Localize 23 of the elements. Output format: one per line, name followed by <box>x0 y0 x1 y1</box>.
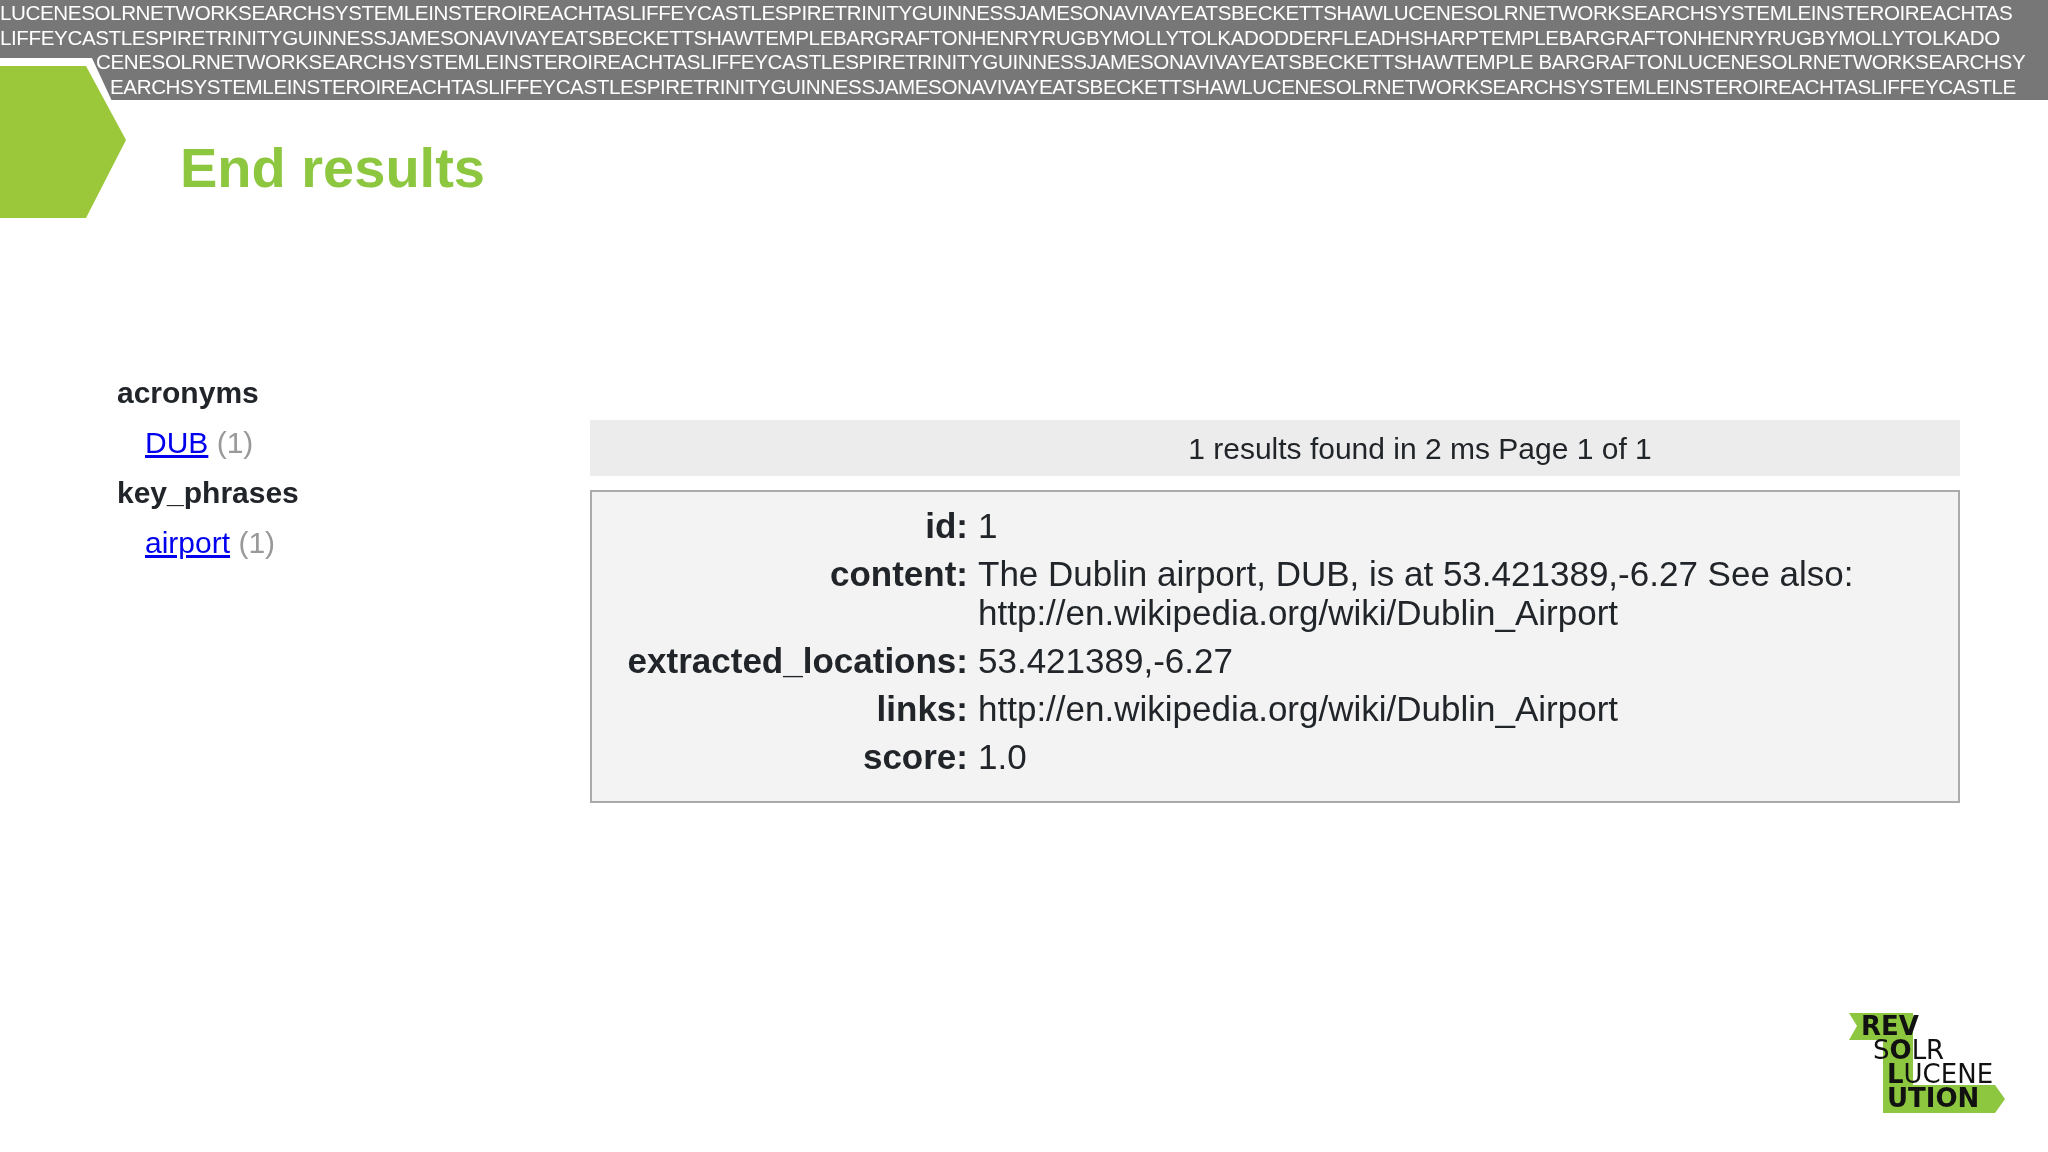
field-value: The Dublin airport, DUB, is at 53.421389,-6.27 See also: http://en.wikipedia.org/wiki/Dublin_Airport <box>978 554 1855 632</box>
slide-title: End results <box>180 140 485 196</box>
field-label: links: <box>875 689 969 728</box>
banner-text: LIFFEYCASTLESPIRETRINITYGUINNESSJAMESONAVIVAYEATSBECKETTSHAWTEMPLEBARGRAFTONHENRYRUGBYMOLLYTOLKADODDERFLEADHSHARPTEMPLEBARGRAFTONHENRYRUGBYMOLLYTOLKADO <box>0 25 2000 50</box>
results-summary: 1 results found in 2 ms Page 1 of 1 <box>1188 430 1652 467</box>
banner-text: EARCHSYSTEMLEINSTEROIREACHTASLIFFEYCASTLESPIRETRINITYGUINNESSJAMESONAVIVAYEATSBECKETTSHAWLUCENESOLRNETWORKSEARCHSYSTEMLEINSTEROIREACHTASLIFFEYCASTLE <box>110 74 2016 99</box>
logo-text: UTION <box>1887 1086 1980 1110</box>
field-label: content: <box>828 554 969 595</box>
facet-count: (1) <box>216 426 254 459</box>
field-value: 1.0 <box>978 737 1028 776</box>
banner-text: CENESOLRNETWORKSEARCHSYSTEMLEINSTEROIREACHTASLIFFEYCASTLESPIRETRINITYGUINNESSJAMESONAVIVAYEATSBECKETTSHAWTEMPLE BARGRAFTONLUCENESOLRNETWORKSEARCHSY <box>96 50 2026 75</box>
field-value: 53.421389,-6.27 <box>978 641 1234 680</box>
facet-heading: acronyms <box>117 375 259 411</box>
field-label: score: <box>861 737 969 776</box>
facet-link[interactable]: airport <box>145 526 231 559</box>
field-label: extracted_locations: <box>626 641 969 680</box>
field-value: 1 <box>978 506 999 545</box>
field-label: id: <box>924 506 969 545</box>
facet-heading: key_phrases <box>117 475 299 511</box>
field-value: http://en.wikipedia.org/wiki/Dublin_Airport <box>978 689 1620 728</box>
banner-text: LUCENESOLRNETWORKSEARCHSYSTEMLEINSTEROIREACHTASLIFFEYCASTLESPIRETRINITYGUINNESSJAMESONAVIVAYEATSBECKETTSHAWLUCENESOLRNETWORKSEARCHSYSTEMLEINSTEROIREACHTAS <box>0 1 2013 26</box>
facet-link[interactable]: DUB <box>145 426 209 459</box>
facet-count: (1) <box>238 526 276 559</box>
